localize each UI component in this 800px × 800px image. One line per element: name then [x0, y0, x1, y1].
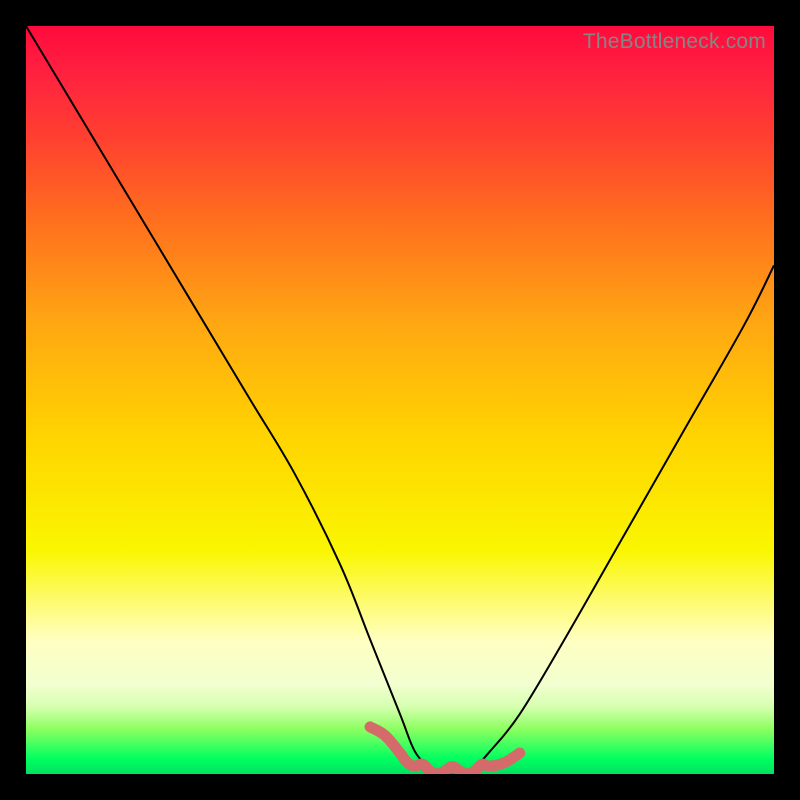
watermark-text: TheBottleneck.com: [583, 30, 766, 54]
chart-frame: TheBottleneck.com: [0, 0, 800, 800]
curve-layer: [26, 26, 774, 774]
plot-area: TheBottleneck.com: [26, 26, 774, 774]
accent-trough: [370, 727, 520, 774]
bottleneck-curve: [26, 26, 774, 774]
